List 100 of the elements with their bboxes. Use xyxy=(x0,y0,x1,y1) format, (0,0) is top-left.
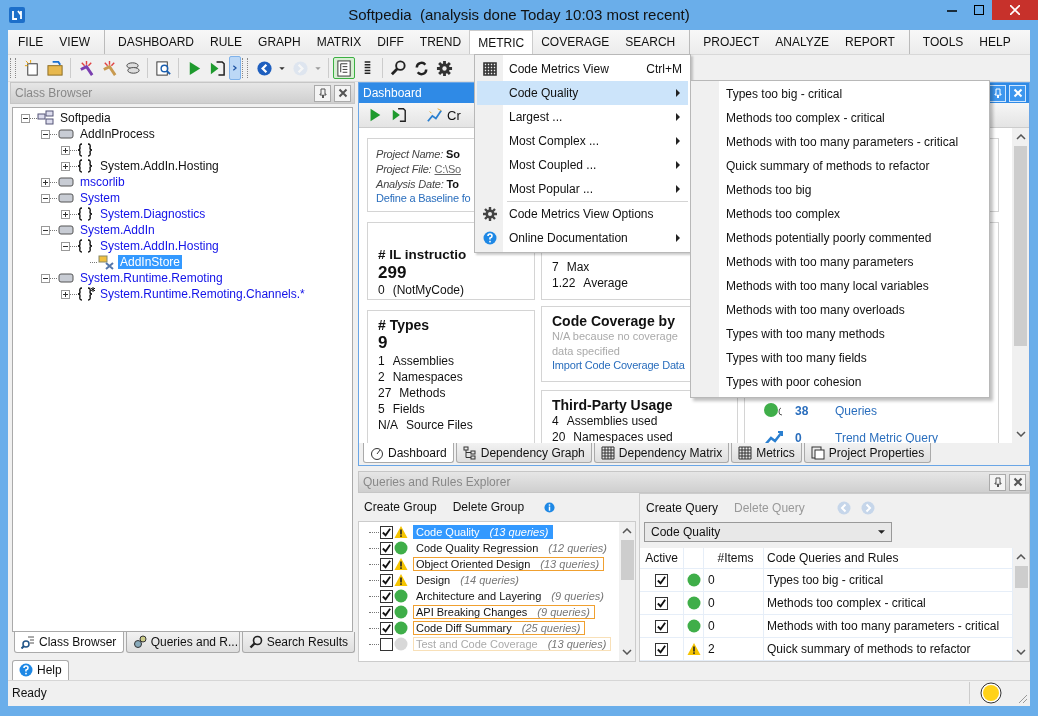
scrollbar[interactable] xyxy=(1012,128,1029,444)
pin-button[interactable] xyxy=(989,473,1006,491)
collapse-icon[interactable] xyxy=(61,241,70,251)
import-link[interactable]: Import Code Coverage Data xyxy=(552,359,685,372)
collapse-icon[interactable] xyxy=(41,273,50,283)
tree-item[interactable]: System.Diagnostics xyxy=(98,207,208,222)
checkbox[interactable] xyxy=(380,557,393,571)
menu-item[interactable]: Methods potentially poorly commented xyxy=(691,226,989,250)
checkbox[interactable] xyxy=(655,619,668,633)
menu-item[interactable]: Methods too complex - critical xyxy=(691,106,989,130)
group-item[interactable]: Test and Code Coverage (13 queries) xyxy=(413,637,612,652)
menu-item[interactable]: Online Documentation xyxy=(477,226,688,250)
tree-item[interactable]: System xyxy=(78,191,122,206)
expand-icon[interactable] xyxy=(61,161,70,171)
tab[interactable]: Dependency Matrix xyxy=(593,443,730,464)
collapse-icon[interactable] xyxy=(41,225,50,235)
menu-item[interactable]: GRAPH xyxy=(250,30,309,55)
group-item[interactable]: Object Oriented Design (13 queries) xyxy=(413,557,605,572)
app-icon[interactable] xyxy=(9,7,25,23)
play-document-icon[interactable] xyxy=(391,107,407,124)
menu-item[interactable]: Types with poor cohesion xyxy=(691,370,989,394)
menu-item[interactable]: DIFF xyxy=(369,30,412,55)
menu-item[interactable]: Types with too many methods xyxy=(691,322,989,346)
menu-item[interactable]: Methods too complex xyxy=(691,202,989,226)
tab[interactable]: Search Results xyxy=(241,632,355,654)
menu-item[interactable]: Types with too many fields xyxy=(691,346,989,370)
menu-item[interactable]: ANALYZE xyxy=(767,30,838,55)
menu-item[interactable]: Methods with too many parameters xyxy=(691,250,989,274)
expand-icon[interactable] xyxy=(41,177,50,187)
rule-link[interactable]: Queries xyxy=(835,403,878,418)
checkbox[interactable] xyxy=(380,573,393,587)
scroll-thumb[interactable] xyxy=(620,540,634,581)
tree-item[interactable]: System.Runtime.Remoting.Channels.* xyxy=(98,287,307,302)
group-dropdown[interactable]: Code Quality xyxy=(644,522,892,543)
toolbar-button[interactable]: Delete Group xyxy=(452,500,525,515)
column-header[interactable]: Active xyxy=(640,548,684,569)
tree-item[interactable]: System.AddIn xyxy=(78,223,157,238)
scroll-down-icon[interactable] xyxy=(1016,649,1026,656)
tab[interactable]: Metrics xyxy=(731,443,802,464)
checkbox[interactable] xyxy=(380,589,393,603)
checkbox[interactable] xyxy=(655,573,668,587)
menu-item[interactable]: TOOLS xyxy=(908,30,972,55)
tree-item[interactable]: AddInProcess xyxy=(78,127,157,142)
menu-item[interactable]: TREND xyxy=(411,30,470,55)
collapse-icon[interactable] xyxy=(41,193,50,203)
close-button[interactable] xyxy=(334,84,351,102)
tree-item[interactable]: mscorlib xyxy=(78,175,127,190)
toolbar-button[interactable]: Create Query xyxy=(646,501,719,516)
menu-item[interactable]: METRIC xyxy=(469,30,534,55)
scroll-thumb[interactable] xyxy=(1014,146,1027,347)
menu-item[interactable]: COVERAGE xyxy=(533,30,618,55)
scroll-thumb[interactable] xyxy=(1014,566,1028,589)
menu-item[interactable]: Methods too big xyxy=(691,178,989,202)
group-item[interactable]: Design (14 queries) xyxy=(413,573,524,588)
menu-item[interactable]: Methods with too many overloads xyxy=(691,298,989,322)
scroll-up-icon[interactable] xyxy=(1016,554,1026,561)
close-button[interactable] xyxy=(1009,473,1026,491)
toolbar-button[interactable]: Cr xyxy=(427,107,461,124)
menu-item[interactable]: Most Coupled ... xyxy=(477,153,688,177)
collapse-icon[interactable] xyxy=(21,113,30,123)
scroll-down-icon[interactable] xyxy=(1015,431,1026,438)
menu-item[interactable]: Largest ... xyxy=(477,105,688,129)
tree-item[interactable]: System.AddIn.Hosting xyxy=(98,239,221,254)
expand-icon[interactable] xyxy=(61,145,70,155)
tab[interactable]: Help xyxy=(12,659,69,680)
scroll-up-icon[interactable] xyxy=(1015,134,1026,141)
menu-item[interactable]: REPORT xyxy=(837,30,903,55)
info-icon[interactable] xyxy=(544,501,556,513)
menu-item[interactable]: Code Metrics View Options xyxy=(477,202,688,226)
rule-count[interactable]: 38 xyxy=(795,403,825,418)
menu-item[interactable]: RULE xyxy=(202,30,251,55)
toolbar-button[interactable]: Create Group xyxy=(364,500,437,515)
menu-item[interactable]: HELP xyxy=(971,30,1019,55)
checkbox[interactable] xyxy=(655,596,668,610)
menu-item[interactable]: FILE xyxy=(10,30,52,55)
menu-item[interactable]: Code Quality xyxy=(477,81,688,105)
tree-item[interactable]: Softpedia xyxy=(58,111,113,126)
checkbox[interactable] xyxy=(380,621,393,635)
checkbox[interactable] xyxy=(380,541,393,555)
expand-icon[interactable] xyxy=(61,289,70,299)
menu-item[interactable]: Quick summary of methods to refactor xyxy=(691,154,989,178)
resize-grip-icon[interactable] xyxy=(1016,692,1028,704)
tree-item[interactable]: System.AddIn.Hosting xyxy=(98,159,221,174)
checkbox[interactable] xyxy=(380,525,393,539)
menu-item[interactable]: Most Complex ... xyxy=(477,129,688,153)
group-item[interactable]: API Breaking Changes (9 queries) xyxy=(413,605,595,620)
tab[interactable]: Queries and R... xyxy=(125,632,240,654)
checkbox[interactable] xyxy=(380,637,393,651)
group-item[interactable]: Code Diff Summary (25 queries) xyxy=(413,621,586,636)
tab[interactable]: Class Browser xyxy=(14,632,124,654)
pin-button[interactable] xyxy=(314,84,331,102)
tree-item[interactable]: System.Runtime.Remoting xyxy=(78,271,225,286)
menu-item[interactable]: Code Metrics View Ctrl+M xyxy=(477,57,688,81)
group-item[interactable]: Code Quality Regression (12 queries) xyxy=(413,541,612,556)
tab[interactable]: Project Properties xyxy=(803,443,932,464)
menu-item[interactable]: SEARCH xyxy=(617,30,684,55)
checkbox[interactable] xyxy=(380,605,393,619)
scrollbar[interactable] xyxy=(619,522,635,662)
menu-item[interactable]: Methods with too many parameters - critical xyxy=(691,130,989,154)
scroll-down-icon[interactable] xyxy=(622,649,632,656)
